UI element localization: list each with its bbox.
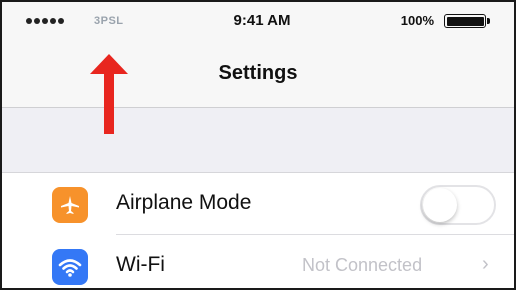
wifi-icon — [52, 249, 88, 285]
annotation-arrow — [90, 54, 128, 134]
airplane-mode-toggle[interactable] — [420, 185, 496, 225]
settings-row-wifi[interactable]: Wi-Fi Not Connected › — [2, 235, 514, 288]
settings-group: Airplane Mode Wi-Fi Not Connected › — [2, 172, 514, 288]
airplane-icon — [52, 187, 88, 223]
battery-percentage: 100% — [400, 13, 434, 28]
wifi-label: Wi-Fi — [116, 253, 165, 276]
wifi-status-value: Not Connected — [302, 255, 423, 275]
navigation-bar: Settings — [2, 42, 514, 108]
screen-frame: 3PSL 9:41 AM 100% Settings Airplane Mode — [0, 0, 516, 290]
status-bar: 3PSL 9:41 AM 100% — [2, 2, 514, 42]
airplane-mode-label: Airplane Mode — [116, 191, 252, 214]
chevron-right-icon: › — [482, 253, 489, 275]
annotation-arrow-head — [90, 54, 128, 74]
page-title: Settings — [218, 62, 298, 84]
toggle-knob — [423, 188, 457, 222]
battery-icon — [444, 14, 490, 28]
status-time: 9:41 AM — [233, 12, 291, 29]
annotation-arrow-shaft — [104, 72, 114, 134]
carrier-label: 3PSL — [94, 15, 124, 27]
settings-row-airplane-mode[interactable]: Airplane Mode — [2, 173, 514, 235]
battery-fill — [446, 16, 484, 26]
signal-strength-icon — [26, 18, 64, 24]
